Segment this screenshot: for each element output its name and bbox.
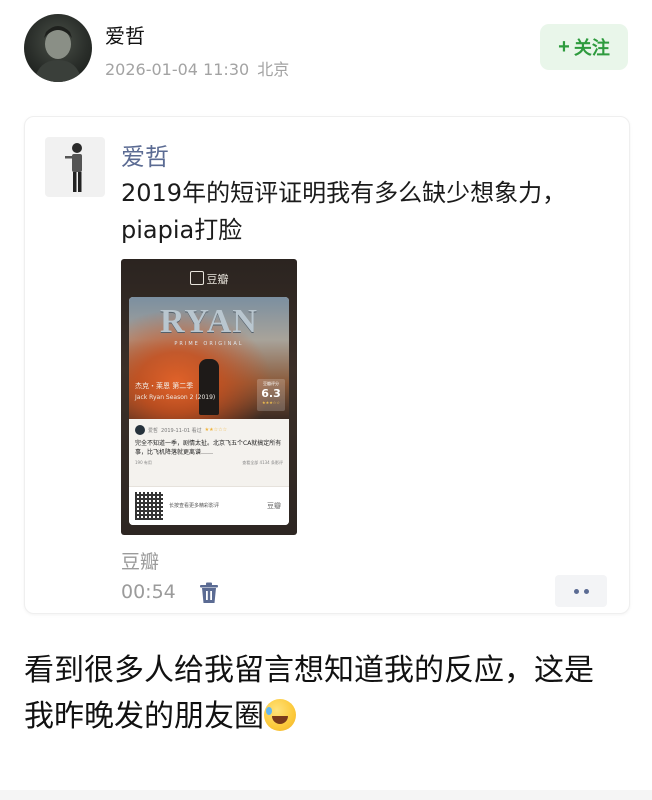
show-title-en: Jack Ryan Season 2 (2019): [135, 394, 216, 401]
review-card: RYAN PRIME ORIGINAL 杰克・莱恩 第二季 Jack Ryan …: [129, 297, 289, 525]
post-date: 2026-01-04 11:30: [105, 60, 250, 79]
follow-label: 关注: [573, 38, 610, 58]
shared-douban-card[interactable]: 豆瓣 RYAN PRIME ORIGINAL 杰克・莱恩 第二季 Jack Ry…: [121, 259, 297, 535]
show-poster: RYAN PRIME ORIGINAL 杰克・莱恩 第二季 Jack Ryan …: [129, 297, 289, 419]
show-info: 杰克・莱恩 第二季 Jack Ryan Season 2 (2019): [135, 381, 215, 401]
review-meta: 2019-11-01 看过: [161, 427, 202, 434]
douban-app-logo: 豆瓣: [121, 271, 297, 287]
review-footer-left: 190 有用: [135, 460, 152, 465]
post-meta: 2026-01-04 11:30 北京: [105, 56, 289, 80]
reviewer-avatar: [135, 425, 145, 435]
post-body-text: 看到很多人给我留言想知道我的反应，这是我昨晚发的朋友圈: [24, 653, 594, 734]
qr-caption: 长按查看更多精彩影评: [169, 503, 220, 509]
moment-name[interactable]: 爱哲: [121, 137, 169, 172]
rating-box: 豆瓣评分 6.3 ★★★☆☆: [257, 379, 285, 411]
plus-icon: +: [558, 35, 570, 58]
post-time: 00:54: [121, 581, 176, 603]
review-footer: 190 有用 查看全部 4134 条影评: [135, 460, 283, 466]
author-avatar[interactable]: [24, 14, 92, 82]
qr-code: [135, 492, 163, 520]
moments-screenshot: 爱哲 2019年的短评证明我有多么缺少想象力，piapia打脸 豆瓣 RYAN …: [24, 116, 630, 614]
post-location: 北京: [257, 60, 290, 79]
moment-avatar[interactable]: [45, 137, 105, 197]
qr-strip: 长按查看更多精彩影评 豆瓣: [129, 486, 289, 525]
more-dots-icon[interactable]: [555, 575, 607, 607]
qr-brand: 豆瓣: [267, 502, 281, 510]
reviewer-name: 爱哲: [148, 427, 159, 434]
review-header: 爱哲 2019-11-01 看过 ★★☆☆☆: [135, 425, 283, 435]
author-name[interactable]: 爱哲: [105, 20, 145, 49]
review-footer-right: 查看全部 4134 条影评: [242, 460, 283, 465]
rating-score: 6.3: [261, 387, 281, 400]
rating-stars: ★★★☆☆: [262, 400, 280, 405]
dot: [583, 588, 589, 594]
moment-text: 2019年的短评证明我有多么缺少想象力，piapia打脸: [121, 179, 567, 244]
review-text: 完全不知道一季，剧情太扯。北京飞五个CA就搞定所有事，比飞机降落就更离谱……: [135, 440, 282, 456]
douban-app-name: 豆瓣: [206, 273, 229, 286]
moment-avatar-figure: [65, 143, 82, 192]
dot: [573, 588, 579, 594]
show-title: 杰克・莱恩 第二季: [135, 382, 194, 390]
follow-button[interactable]: + 关注: [540, 24, 628, 70]
post-body: 看到很多人给我留言想知道我的反应，这是我昨晚发的朋友圈: [24, 648, 604, 740]
laughing-emoji-icon: [264, 699, 296, 731]
review-block: 爱哲 2019-11-01 看过 ★★☆☆☆ 完全不知道一季，剧情太扯。北京飞五…: [135, 425, 283, 466]
poster-subtitle: PRIME ORIGINAL: [174, 341, 244, 347]
review-stars: ★★☆☆☆: [204, 427, 228, 433]
poster-title: RYAN: [160, 303, 258, 340]
source-label[interactable]: 豆瓣: [121, 547, 159, 574]
avatar-portrait: [34, 26, 82, 82]
bottom-divider: [0, 790, 652, 800]
trash-icon[interactable]: [199, 582, 219, 604]
douban-logo-icon: [189, 271, 204, 285]
